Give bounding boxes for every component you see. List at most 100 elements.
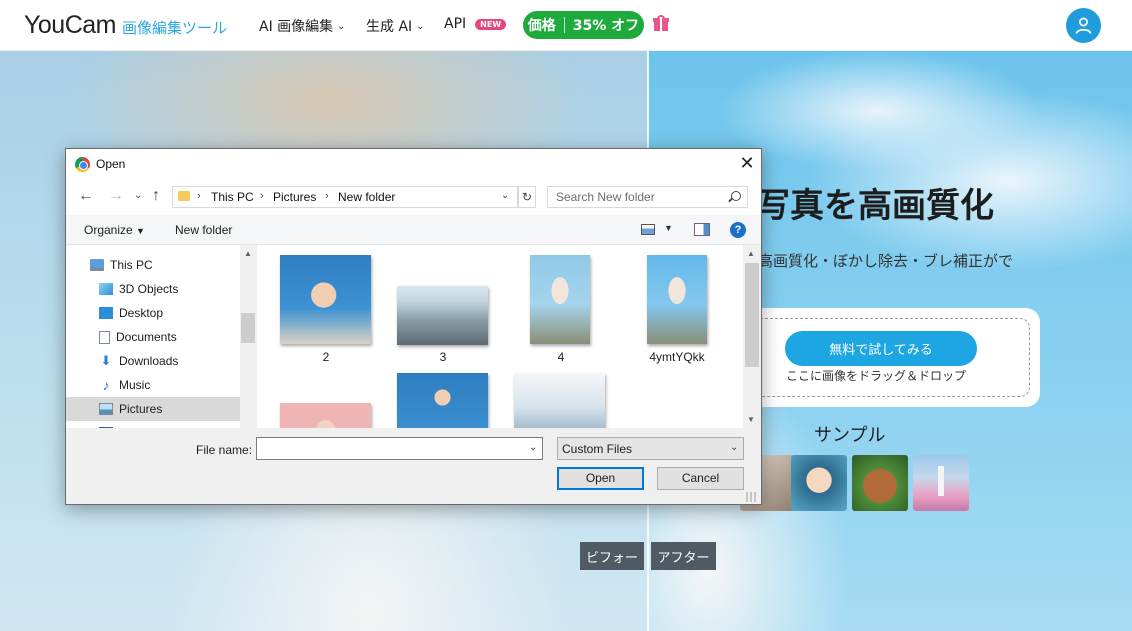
up-arrow-icon[interactable]: ↑ [152,187,160,205]
file-thumb-3[interactable] [397,286,488,345]
logo-text: YouCam [24,11,116,39]
close-button[interactable]: ✕ [736,152,758,174]
user-icon [1075,17,1092,34]
crumb-this-pc[interactable]: This PC [211,190,254,204]
nav-generative-ai[interactable]: 生成 AI ⌄ [366,16,425,36]
chevron-down-icon: ⌄ [416,20,425,32]
tree-item-documents[interactable]: Documents [66,325,240,349]
open-button[interactable]: Open [557,467,644,490]
sample-lighthouse [938,466,944,496]
try-free-button[interactable]: 無料で試してみる [785,331,977,366]
hero-title: 写真を高画質化 [756,186,994,226]
tree-item-label: Desktop [119,306,164,320]
crumb-separator-icon: › [260,190,264,202]
file-thumb-4[interactable] [530,255,590,344]
youcam-logo[interactable]: YouCam 画像編集ツール [24,11,227,40]
price-discount-button[interactable]: 価格 35% オフ [523,11,644,39]
gift-icon[interactable] [653,15,669,31]
back-arrow-icon[interactable]: ← [78,187,94,205]
price-discount: 35% オフ [572,18,640,34]
navigation-pane: This PC 3D Objects Desktop Documents ⬇ D… [66,245,256,428]
chevron-down-icon: ⌄ [337,20,346,32]
file-grid-scroll-thumb[interactable] [745,263,759,367]
nav-generative-ai-label: 生成 AI [366,19,413,35]
nav-api-label: API [444,16,467,32]
forward-arrow-icon[interactable]: → [108,187,124,205]
top-nav: YouCam 画像編集ツール AI 画像編集 ⌄ 生成 AI ⌄ API NEW… [0,0,1132,51]
file-name-dropdown-icon[interactable]: ⌄ [529,442,537,453]
cube-icon [99,283,113,295]
search-placeholder: Search New folder [556,190,655,204]
scroll-up-icon[interactable]: ▲ [747,249,755,258]
tree-item-label: Documents [116,330,177,344]
account-button[interactable] [1066,8,1101,43]
file-type-select[interactable]: Custom Files ⌄ [557,437,744,460]
file-name-4ymtyqkk[interactable]: 4ymtYQkk [627,350,727,364]
tree-item-downloads[interactable]: ⬇ Downloads [66,349,240,373]
file-type-value: Custom Files [562,442,633,456]
crumb-pictures[interactable]: Pictures [273,190,316,204]
file-thumb-6[interactable] [397,373,488,428]
file-name-input[interactable]: ⌄ [256,437,543,460]
logo-subtitle: 画像編集ツール [121,19,227,37]
dialog-titlebar[interactable]: Open ✕ [66,149,761,179]
cancel-button[interactable]: Cancel [657,467,744,490]
nav-ai-image-edit[interactable]: AI 画像編集 ⌄ [259,16,346,36]
dialog-toolbar: Organize ▼ New folder ▼ ? [66,215,761,245]
file-name-4[interactable]: 4 [511,350,611,364]
nav-ai-image-edit-label: AI 画像編集 [259,19,334,35]
crumb-separator-icon: › [325,190,329,202]
tree-item-music[interactable]: ♪ Music [66,373,240,397]
pictures-icon [99,403,113,415]
search-input[interactable]: Search New folder [547,186,748,208]
file-grid-scrollbar[interactable]: ▲ ▼ [743,245,761,428]
dialog-title: Open [96,157,126,171]
desktop-icon [99,307,113,319]
tree-item-label: This PC [110,258,153,272]
file-thumb-5[interactable] [280,403,371,428]
sample-image-3[interactable] [852,455,908,511]
caret-down-icon: ▼ [136,226,145,236]
dialog-footer: File name: ⌄ Custom Files ⌄ Open Cancel [66,428,761,504]
tree-item-desktop[interactable]: Desktop [66,301,240,325]
file-thumb-2[interactable] [280,255,371,344]
file-name-label: File name: [196,443,253,457]
resize-grip[interactable] [746,492,758,502]
music-icon: ♪ [102,377,110,393]
help-icon[interactable]: ? [730,222,746,238]
tree-item-label: 3D Objects [119,282,179,296]
tree-item-3d-objects[interactable]: 3D Objects [66,277,240,301]
organize-button[interactable]: Organize ▼ [84,223,145,237]
view-dropdown-icon[interactable]: ▼ [664,223,673,233]
drop-hint: ここに画像をドラッグ＆ドロップ [786,369,967,383]
tree-item-label: Music [119,378,151,392]
file-name-3[interactable]: 3 [393,350,493,364]
navigation-scrollbar[interactable]: ▲ [240,245,257,428]
refresh-icon[interactable]: ↻ [518,186,536,208]
folder-icon [178,191,190,201]
tree-item-more[interactable] [66,421,240,428]
address-bar[interactable]: › This PC › Pictures › New folder ⌄ [172,186,518,208]
crumb-new-folder[interactable]: New folder [338,190,395,204]
nav-api[interactable]: API NEW [444,16,507,32]
tree-item-this-pc[interactable]: This PC [66,253,240,277]
tree-item-pictures[interactable]: Pictures [66,397,240,421]
file-name-2[interactable]: 2 [276,350,376,364]
file-name-value [257,445,265,451]
search-icon [731,191,741,201]
address-dropdown-icon[interactable]: ⌄ [501,190,509,201]
chrome-icon [75,157,90,172]
view-mode-icon[interactable] [641,224,655,235]
scroll-up-icon[interactable]: ▲ [244,249,252,258]
sample-label: サンプル [814,425,886,446]
sample-image-2[interactable] [791,455,847,511]
recent-chevron-icon[interactable]: ⌄ [134,190,142,201]
new-badge: NEW [475,18,507,30]
preview-pane-icon[interactable] [694,223,710,236]
file-thumb-4ymtyqkk[interactable] [647,255,707,344]
navigation-scroll-thumb[interactable] [241,313,255,343]
address-row: ← → ⌄ ↑ › This PC › Pictures › New folde… [66,179,761,215]
file-thumb-7[interactable] [514,373,605,428]
new-folder-button[interactable]: New folder [175,223,232,237]
scroll-down-icon[interactable]: ▼ [747,415,755,424]
